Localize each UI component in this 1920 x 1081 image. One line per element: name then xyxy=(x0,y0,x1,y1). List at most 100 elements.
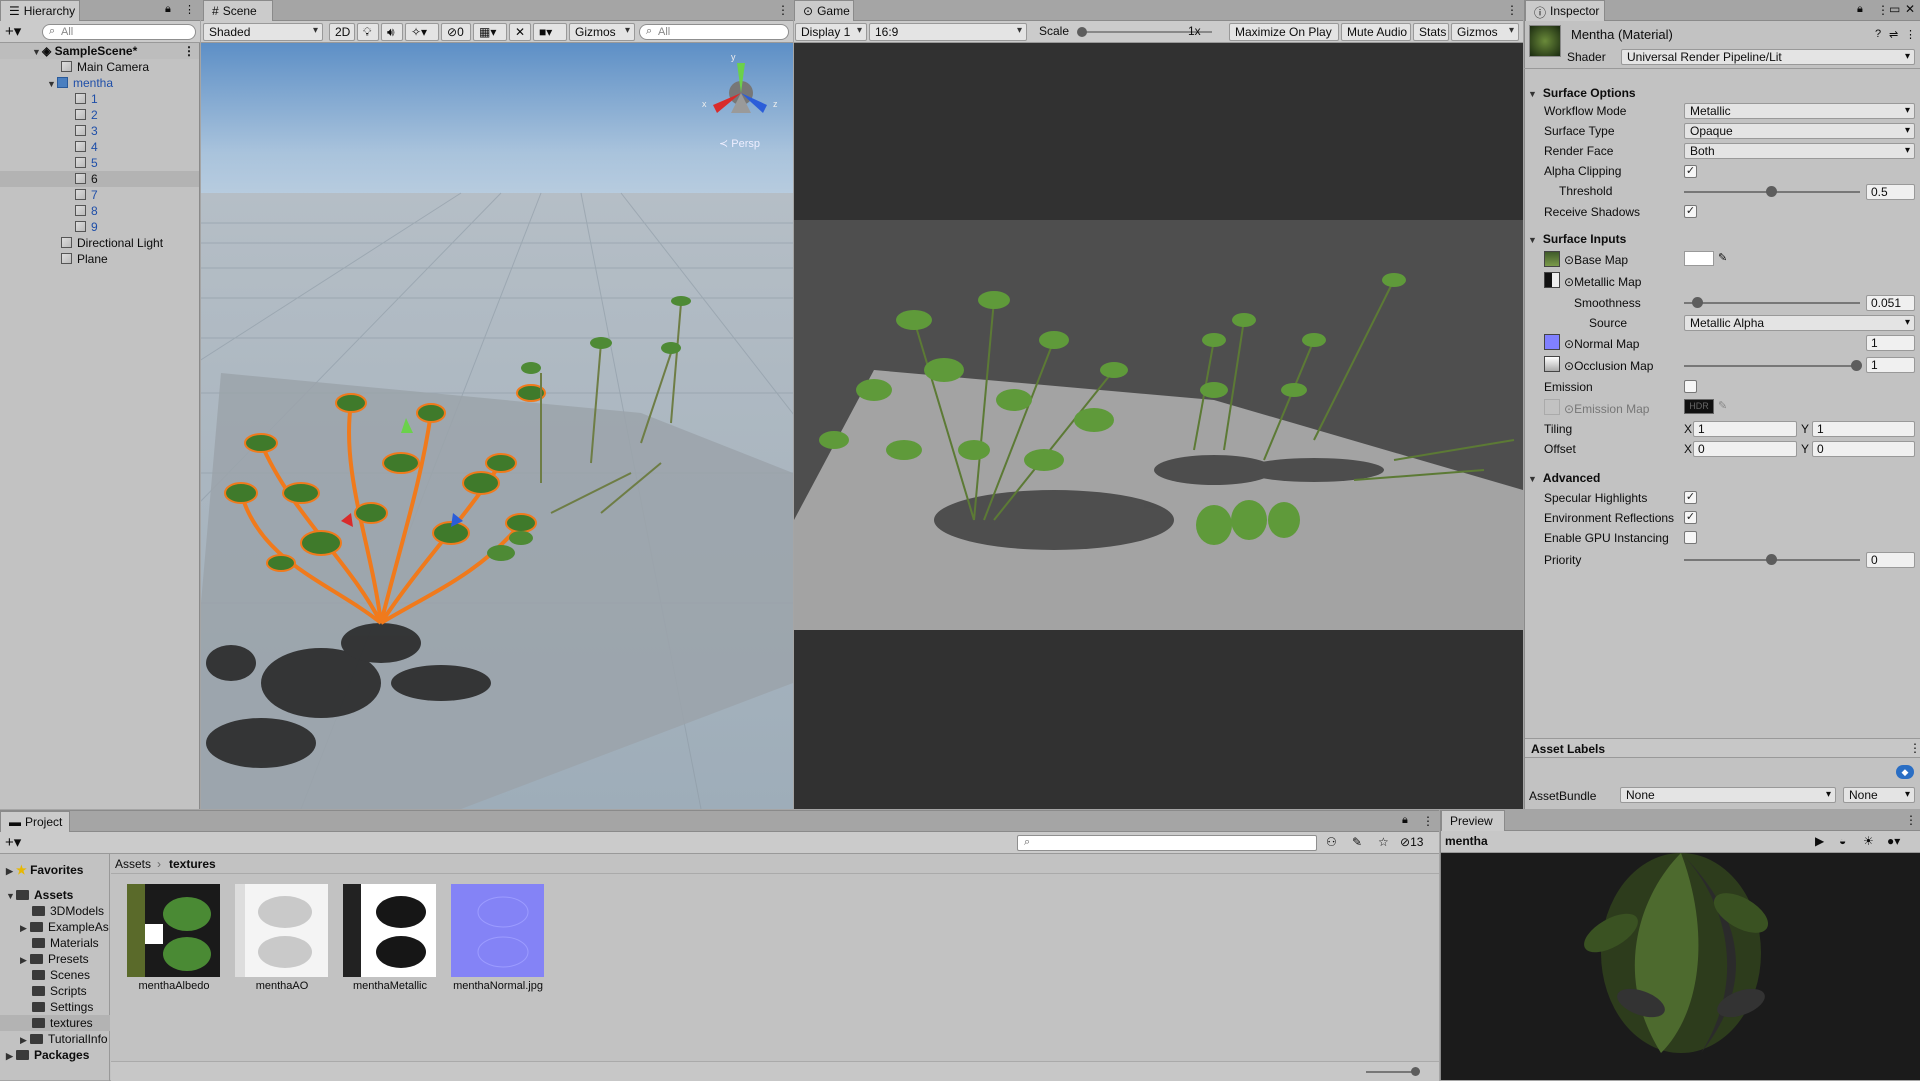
smoothness-field[interactable]: 0.051 xyxy=(1866,295,1915,311)
hidden-packages-count[interactable]: ⊘13 xyxy=(1400,835,1423,849)
hierarchy-scene-row[interactable]: ▼◈ SampleScene* ⋮ xyxy=(0,43,199,59)
display-dropdown[interactable]: Display 1 xyxy=(795,23,867,41)
mesh-preview-icon[interactable]: ◒ xyxy=(1839,834,1846,848)
render-face-dropdown[interactable]: Both xyxy=(1684,143,1915,159)
assets-row[interactable]: ▼ Assets xyxy=(6,887,73,903)
occlusion-map-thumbnail[interactable] xyxy=(1544,356,1560,372)
tab-game[interactable]: ⊙ Game xyxy=(794,0,854,21)
audio-toggle-icon[interactable]: 🔊︎ xyxy=(381,23,403,41)
tab-inspector[interactable]: ⓘ Inspector xyxy=(1525,0,1605,21)
more-icon[interactable]: ⋮ xyxy=(1877,3,1889,17)
hierarchy-item-4[interactable]: 4 xyxy=(0,139,199,155)
hierarchy-item-9[interactable]: 9 xyxy=(0,219,199,235)
texture-thumb-albedo[interactable] xyxy=(127,884,220,977)
occlusion-slider-knob[interactable] xyxy=(1851,360,1862,371)
grid-toggle-icon[interactable]: ▦▾ xyxy=(473,23,507,41)
surface-type-dropdown[interactable]: Opaque xyxy=(1684,123,1915,139)
hierarchy-item-6[interactable]: 6 xyxy=(0,171,199,187)
base-map-color-swatch[interactable] xyxy=(1684,251,1714,266)
hierarchy-item-1[interactable]: 1 xyxy=(0,91,199,107)
favorite-star-icon[interactable]: ☆ xyxy=(1378,835,1389,849)
tag-icon[interactable]: ◆ xyxy=(1896,765,1914,779)
smoothness-slider[interactable] xyxy=(1684,302,1860,304)
maximize-icon[interactable]: ▭ xyxy=(1889,2,1900,16)
thumbnail-size-slider[interactable] xyxy=(1366,1071,1416,1073)
hidden-objects-count[interactable]: ⊘0 xyxy=(441,23,471,41)
normal-strength-field[interactable]: 1 xyxy=(1866,335,1915,351)
breadcrumb-textures[interactable]: textures xyxy=(169,857,216,871)
folder-item-3dmodels[interactable]: 3DModels xyxy=(32,903,104,919)
more-icon[interactable]: ⋮ xyxy=(1905,813,1917,827)
surface-options-header[interactable]: Surface Options xyxy=(1528,86,1636,100)
advanced-header[interactable]: Advanced xyxy=(1528,471,1600,485)
emission-map-thumbnail[interactable] xyxy=(1544,399,1560,415)
stats-button[interactable]: Stats xyxy=(1413,23,1449,41)
hierarchy-item-main-camera[interactable]: Main Camera xyxy=(0,59,199,75)
hierarchy-item-2[interactable]: 2 xyxy=(0,107,199,123)
game-gizmos-dropdown[interactable]: Gizmos xyxy=(1451,23,1519,41)
hierarchy-item-plane[interactable]: Plane xyxy=(0,251,199,267)
search-by-label-icon[interactable]: ✎ xyxy=(1352,835,1362,849)
metallic-map-thumbnail[interactable] xyxy=(1544,272,1560,288)
search-by-type-icon[interactable]: ⚇ xyxy=(1326,835,1337,849)
game-viewport[interactable] xyxy=(794,43,1523,809)
folder-item-textures[interactable]: textures xyxy=(0,1015,110,1031)
folder-item-scripts[interactable]: Scripts xyxy=(32,983,87,999)
lock-icon[interactable]: 🔒︎ xyxy=(1402,814,1408,827)
packages-row[interactable]: ▶ Packages xyxy=(6,1047,89,1063)
tab-scene[interactable]: # Scene xyxy=(203,0,273,21)
more-icon[interactable]: ⋮ xyxy=(1506,3,1518,17)
scene-viewport[interactable]: y x z ≺ Persp xyxy=(201,43,793,809)
aspect-dropdown[interactable]: 16:9 xyxy=(869,23,1027,41)
play-icon[interactable]: ▶ xyxy=(1815,834,1824,848)
smoothness-slider-knob[interactable] xyxy=(1692,297,1703,308)
tab-preview[interactable]: Preview xyxy=(1441,810,1505,831)
threshold-slider-knob[interactable] xyxy=(1766,186,1777,197)
add-icon[interactable]: +▾ xyxy=(5,22,21,40)
shader-dropdown[interactable]: Universal Render Pipeline/Lit xyxy=(1621,49,1915,65)
close-icon[interactable]: ✕ xyxy=(1905,2,1915,16)
2d-toggle-button[interactable]: 2D xyxy=(329,23,355,41)
more-icon[interactable]: ⋮ xyxy=(1422,814,1434,828)
effects-toggle-icon[interactable]: ✧▾ xyxy=(405,23,439,41)
scale-slider-knob[interactable] xyxy=(1077,27,1087,37)
projection-label[interactable]: ≺ Persp xyxy=(719,137,760,150)
priority-slider-knob[interactable] xyxy=(1766,554,1777,565)
sphere-icon[interactable]: ●▾ xyxy=(1887,834,1900,848)
offset-x-field[interactable]: 0 xyxy=(1693,441,1797,457)
source-dropdown[interactable]: Metallic Alpha xyxy=(1684,315,1915,331)
shading-mode-dropdown[interactable]: Shaded xyxy=(203,23,323,41)
texture-thumb-metallic[interactable] xyxy=(343,884,436,977)
lock-icon[interactable]: 🔒︎ xyxy=(1857,3,1863,16)
base-map-thumbnail[interactable] xyxy=(1544,251,1560,267)
specular-highlights-checkbox[interactable]: ✓ xyxy=(1684,491,1697,504)
tools-icon[interactable]: ✕ xyxy=(509,23,531,41)
help-icon[interactable]: ? xyxy=(1875,28,1881,40)
normal-map-thumbnail[interactable] xyxy=(1544,334,1560,350)
environment-reflections-checkbox[interactable]: ✓ xyxy=(1684,511,1697,524)
folder-item-settings[interactable]: Settings xyxy=(32,999,93,1015)
hierarchy-item-mentha[interactable]: ▼ mentha xyxy=(0,75,199,91)
emission-color-swatch[interactable]: HDR xyxy=(1684,399,1714,414)
tiling-y-field[interactable]: 1 xyxy=(1812,421,1915,437)
hierarchy-item-3[interactable]: 3 xyxy=(0,123,199,139)
maximize-on-play-button[interactable]: Maximize On Play xyxy=(1229,23,1339,41)
texture-thumb-ao[interactable] xyxy=(235,884,328,977)
receive-shadows-checkbox[interactable]: ✓ xyxy=(1684,205,1697,218)
assetbundle-variant-dropdown[interactable]: None xyxy=(1843,787,1915,803)
hierarchy-item-5[interactable]: 5 xyxy=(0,155,199,171)
lock-icon[interactable]: 🔒︎ xyxy=(165,3,171,16)
more-icon[interactable]: ⋮ xyxy=(1905,28,1916,41)
eyedropper-icon[interactable]: ✎ xyxy=(1718,399,1727,412)
lighting-toggle-icon[interactable]: 💡︎ xyxy=(357,23,379,41)
more-icon[interactable]: ⋮ xyxy=(184,3,195,16)
workflow-mode-dropdown[interactable]: Metallic xyxy=(1684,103,1915,119)
project-search-input[interactable] xyxy=(1017,835,1317,851)
folder-item-exampleassets[interactable]: ▶ ExampleAs xyxy=(20,919,109,935)
add-icon[interactable]: +▾ xyxy=(5,833,21,851)
camera-settings-icon[interactable]: ■▾ xyxy=(533,23,567,41)
more-icon[interactable]: ⋮ xyxy=(1909,741,1920,755)
assetbundle-dropdown[interactable]: None xyxy=(1620,787,1836,803)
presets-icon[interactable]: ⇌ xyxy=(1889,28,1898,41)
offset-y-field[interactable]: 0 xyxy=(1812,441,1915,457)
